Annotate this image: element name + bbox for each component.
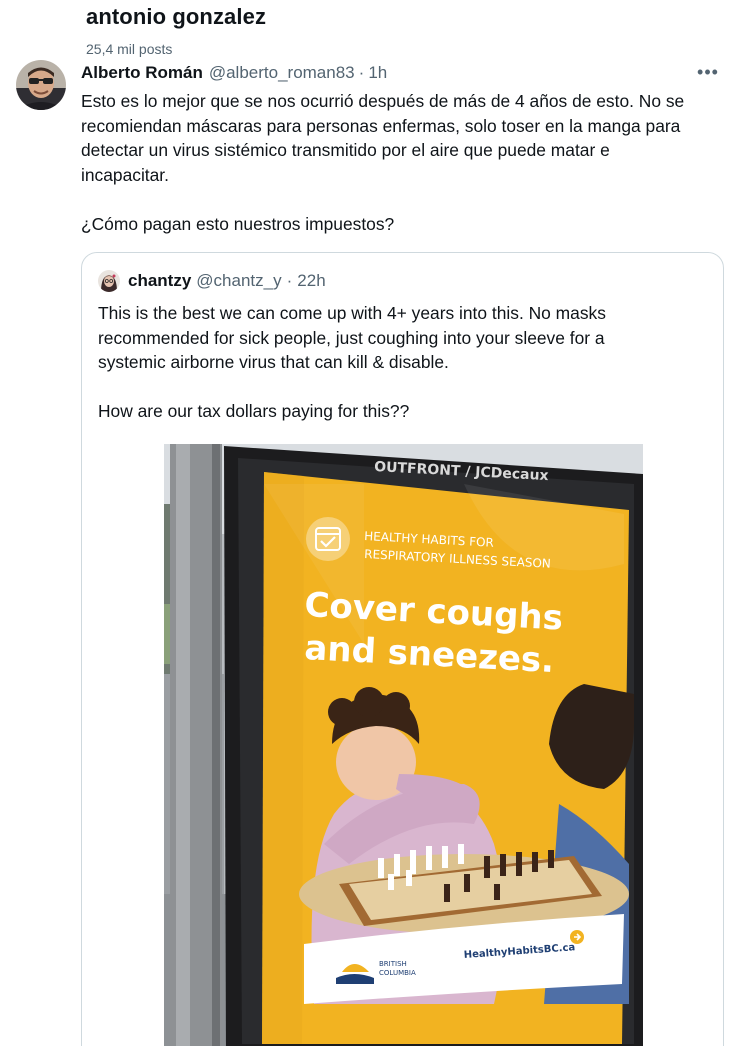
separator-dot: · xyxy=(286,271,293,290)
calendar-check-icon xyxy=(306,517,350,561)
gov-label-line: BRITISH xyxy=(379,960,407,968)
quoted-tweet-text: This is the best we can come up with 4+ … xyxy=(98,301,708,424)
quoted-text-line: recommended for sick people, just coughi… xyxy=(98,327,605,348)
quoted-author-avatar xyxy=(98,270,120,292)
paragraph-break xyxy=(81,187,721,212)
author-handle[interactable]: @alberto_roman83 xyxy=(209,63,355,83)
bus-shelter-ad-image: OUTFRONT / JCDecaux HEALTHY HABITS FOR R… xyxy=(164,444,643,1046)
author-avatar[interactable] xyxy=(16,60,66,110)
quoted-tweet-time[interactable]: 22h xyxy=(297,271,325,291)
separator-dot: · xyxy=(358,63,365,82)
arrow-right-icon xyxy=(570,930,584,944)
quoted-tweet-header: chantzy @chantz_y · 22h xyxy=(98,269,326,293)
paragraph-break xyxy=(98,375,708,400)
quoted-author-name[interactable]: chantzy xyxy=(128,271,191,291)
profile-name: antonio gonzalez xyxy=(86,4,267,29)
tweet-text-line: detectar un virus sistémico transmitido … xyxy=(81,140,610,161)
gov-label-line: COLUMBIA xyxy=(379,969,416,977)
tweet-text-line: Esto es lo mejor que se nos ocurrió desp… xyxy=(81,91,685,111)
tweet-text-line: ¿Cómo pagan esto nuestros impuestos? xyxy=(81,213,395,234)
tweet-text-line: incapacitar. xyxy=(81,164,169,185)
more-options-button[interactable]: ••• xyxy=(694,62,722,82)
more-horizontal-icon: ••• xyxy=(697,61,719,82)
quoted-tweet[interactable]: chantzy @chantz_y · 22h This is the best… xyxy=(81,252,724,1046)
tweet-time[interactable]: 1h xyxy=(368,63,387,83)
profile-header: antonio gonzalez xyxy=(86,4,266,30)
quoted-text-line: systemic airborne virus that can kill & … xyxy=(98,352,449,373)
tweet-text-line: recomiendan máscaras para personas enfer… xyxy=(81,115,681,136)
quoted-author-handle[interactable]: @chantz_y xyxy=(196,271,281,291)
quoted-text-line: How are our tax dollars paying for this?… xyxy=(98,401,410,422)
tweet-photo[interactable]: OUTFRONT / JCDecaux HEALTHY HABITS FOR R… xyxy=(164,444,643,1046)
tweet-text: Esto es lo mejor que se nos ocurrió desp… xyxy=(81,89,721,237)
quoted-text-line: This is the best we can come up with 4+ … xyxy=(98,303,606,323)
author-name[interactable]: Alberto Román xyxy=(81,63,203,83)
post-count: 25,4 mil posts xyxy=(86,41,173,57)
tweet-header: Alberto Román @alberto_roman83 · 1h ••• xyxy=(81,62,728,84)
